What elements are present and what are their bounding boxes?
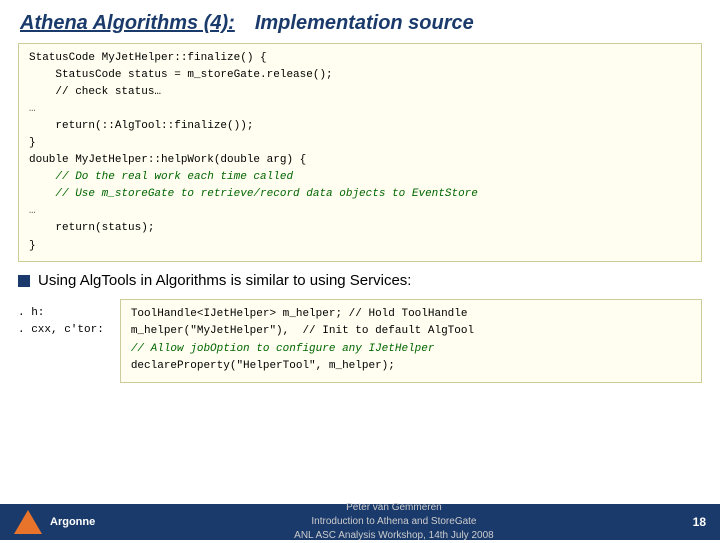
bottom-code-line-3: // Allow jobOption to configure any IJet… xyxy=(131,341,691,359)
bottom-code-line-2: m_helper("MyJetHelper"), // Init to defa… xyxy=(131,323,691,341)
footer-event-line1: Introduction to Athena and StoreGate xyxy=(294,515,494,529)
bullet-text: Using AlgTools in Algorithms is similar … xyxy=(38,272,411,289)
header-title-left: Athena Algorithms (4): xyxy=(20,12,235,35)
code-block-top: StatusCode MyJetHelper::finalize() { Sta… xyxy=(18,43,702,262)
header-title-right: Implementation source xyxy=(255,12,474,35)
code-line-2: StatusCode status = m_storeGate.release(… xyxy=(29,67,691,84)
header: Athena Algorithms (4): Implementation so… xyxy=(0,0,720,43)
bottom-labels: . h: . cxx, c'tor: xyxy=(18,299,104,340)
footer-logo: Argonne xyxy=(14,510,95,534)
slide: Athena Algorithms (4): Implementation so… xyxy=(0,0,720,540)
footer-event-line2: ANL ASC Analysis Workshop, 14th July 200… xyxy=(294,529,494,543)
code-line-3: // check status… xyxy=(29,84,691,101)
bullet-icon xyxy=(18,275,30,287)
code-line-8: // Do the real work each time called xyxy=(29,169,691,186)
argonne-triangle-icon xyxy=(14,510,42,534)
code-line-6: } xyxy=(29,135,691,152)
h-label: . h: xyxy=(18,305,104,323)
bottom-code-line-4: declareProperty("HelperTool", m_helper); xyxy=(131,358,691,376)
code-line-7: double MyJetHelper::helpWork(double arg)… xyxy=(29,152,691,169)
footer-center: Peter van Gemmeren Introduction to Athen… xyxy=(294,501,494,543)
footer-page-number: 18 xyxy=(693,515,706,529)
code-line-5: return(::AlgTool::finalize()); xyxy=(29,118,691,135)
code-line-11: return(status); xyxy=(29,220,691,237)
bottom-code-line-1: ToolHandle<IJetHelper> m_helper; // Hold… xyxy=(131,306,691,324)
code-line-1: StatusCode MyJetHelper::finalize() { xyxy=(29,50,691,67)
code-line-9: // Use m_storeGate to retrieve/record da… xyxy=(29,186,691,203)
bottom-code-block: ToolHandle<IJetHelper> m_helper; // Hold… xyxy=(120,299,702,383)
footer-argonne-text: Argonne xyxy=(50,516,95,528)
footer: Argonne Peter van Gemmeren Introduction … xyxy=(0,504,720,540)
footer-presenter: Peter van Gemmeren xyxy=(294,501,494,515)
cxx-label: . cxx, c'tor: xyxy=(18,322,104,340)
code-line-10: … xyxy=(29,203,691,220)
code-line-4: … xyxy=(29,101,691,118)
code-line-12: } xyxy=(29,238,691,255)
bottom-section: . h: . cxx, c'tor: ToolHandle<IJetHelper… xyxy=(18,299,702,383)
bullet-section: Using AlgTools in Algorithms is similar … xyxy=(18,272,702,289)
